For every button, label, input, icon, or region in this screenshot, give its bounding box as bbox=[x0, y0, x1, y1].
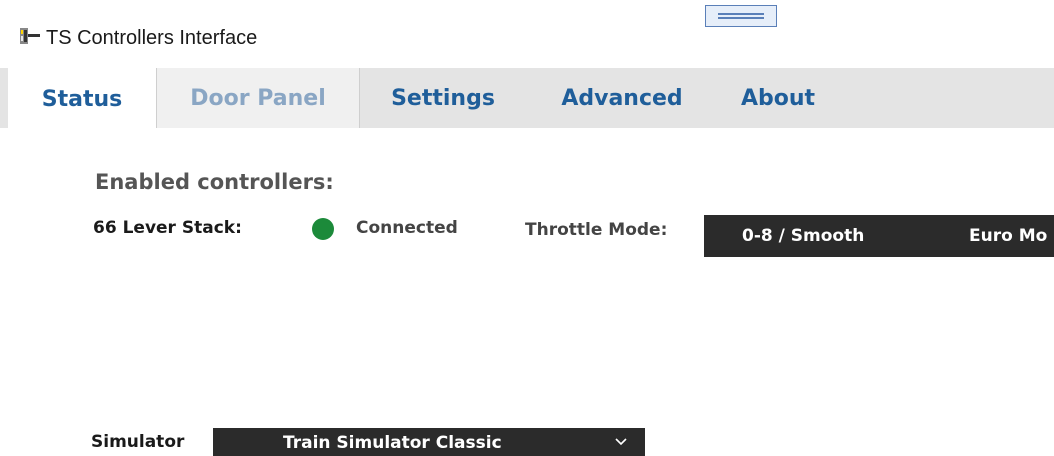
throttle-option-euro[interactable]: Euro Mo bbox=[969, 226, 1047, 246]
drag-handle[interactable] bbox=[705, 5, 777, 27]
chevron-down-icon bbox=[615, 438, 627, 446]
simulator-selected-value: Train Simulator Classic bbox=[283, 433, 502, 453]
tab-advanced[interactable]: Advanced bbox=[526, 68, 718, 128]
lever-app-icon bbox=[20, 28, 40, 44]
app-window: TS Controllers Interface Status Door Pan… bbox=[0, 0, 1054, 456]
tab-about[interactable]: About bbox=[718, 68, 838, 128]
connection-status-text: Connected bbox=[356, 218, 458, 238]
tab-status[interactable]: Status bbox=[8, 68, 156, 130]
simulator-dropdown[interactable]: Train Simulator Classic bbox=[213, 428, 645, 456]
controller-name-label: 66 Lever Stack: bbox=[93, 218, 242, 238]
simulator-label: Simulator bbox=[91, 432, 185, 452]
connection-status-dot-icon bbox=[312, 218, 334, 240]
enabled-controllers-heading: Enabled controllers: bbox=[95, 170, 334, 194]
throttle-option-smooth[interactable]: 0-8 / Smooth bbox=[742, 226, 864, 246]
tab-settings[interactable]: Settings bbox=[360, 68, 526, 128]
window-title: TS Controllers Interface bbox=[46, 27, 258, 49]
title-bar[interactable]: TS Controllers Interface bbox=[0, 0, 1054, 66]
throttle-mode-selector[interactable]: 0-8 / Smooth Euro Mo bbox=[704, 215, 1054, 257]
tab-bar: Status Door Panel Settings Advanced Abou… bbox=[0, 68, 1054, 130]
throttle-mode-label: Throttle Mode: bbox=[525, 220, 668, 240]
tab-door-panel[interactable]: Door Panel bbox=[156, 68, 360, 128]
